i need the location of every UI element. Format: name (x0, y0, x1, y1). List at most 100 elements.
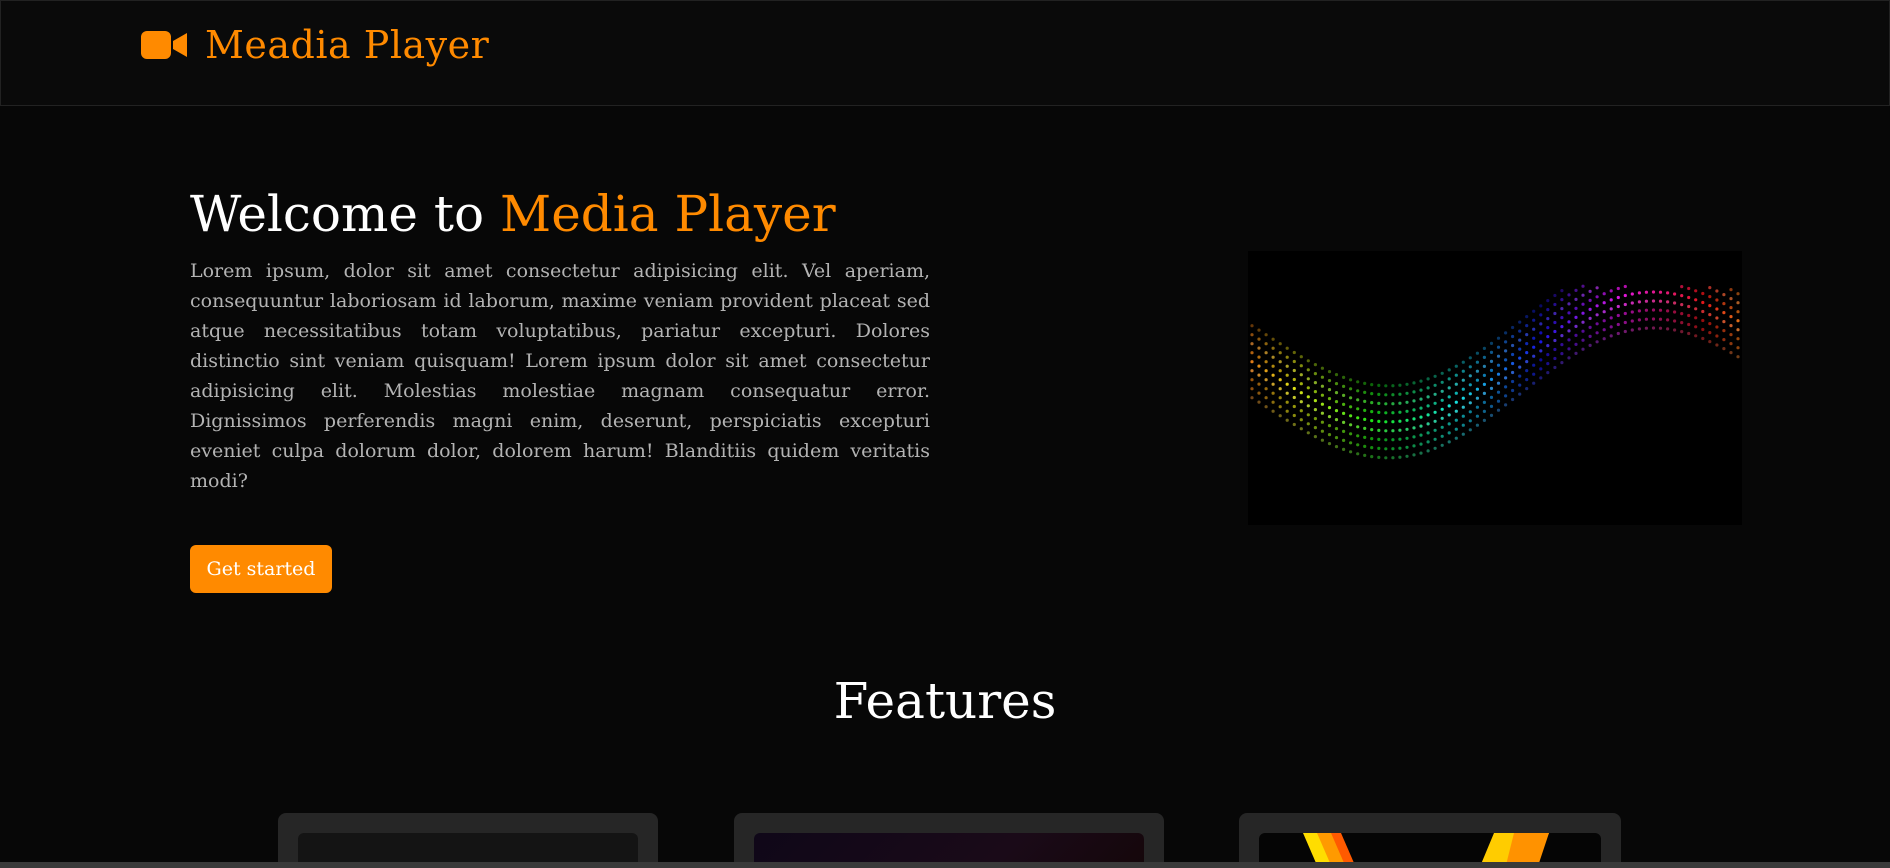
wave-dot (1525, 315, 1529, 319)
feature-card-2[interactable] (734, 813, 1164, 868)
wave-dot (1306, 359, 1310, 363)
wave-dot (1588, 334, 1592, 338)
wave-dot (1658, 290, 1663, 294)
feature-card-3[interactable] (1239, 813, 1621, 868)
wave-dot (1250, 342, 1254, 346)
wave-dot (1313, 435, 1317, 439)
get-started-button[interactable]: Get started (190, 545, 332, 593)
wave-dot (1595, 340, 1599, 344)
wave-dot (1574, 306, 1578, 310)
wave-dot (1250, 387, 1254, 391)
wave-dot (1405, 427, 1409, 431)
wave-dot (1405, 391, 1409, 395)
wave-dot (1694, 307, 1698, 311)
wave-dot (1461, 360, 1465, 364)
wave-dot (1581, 293, 1585, 297)
wave-dot (1511, 370, 1515, 375)
horizontal-scrollbar[interactable] (0, 862, 1890, 868)
wave-dot (1595, 322, 1599, 326)
wave-dot (1511, 379, 1515, 384)
wave-dot (1630, 310, 1634, 314)
feature-card-1[interactable] (278, 813, 658, 868)
wave-dot (1363, 453, 1367, 457)
wave-dot (1391, 447, 1395, 451)
wave-dot (1602, 319, 1606, 323)
wave-dot (1257, 355, 1261, 359)
wave-dot (1320, 429, 1324, 433)
wave-dot (1722, 329, 1726, 333)
wave-dot (1560, 325, 1564, 329)
wave-dot (1313, 372, 1317, 376)
wave-dot (1377, 410, 1381, 414)
wave-dot (1299, 373, 1303, 377)
wave-dot (1518, 392, 1522, 396)
wave-dot (1532, 336, 1536, 340)
wave-dot (1334, 445, 1339, 449)
wave-dot (1405, 445, 1409, 449)
wave-dot (1419, 406, 1423, 410)
wave-dot (1482, 409, 1486, 413)
wave-dot (1588, 343, 1592, 347)
wave-dot (1518, 338, 1522, 342)
wave-dot (1250, 369, 1254, 373)
wave-dot (1574, 342, 1578, 346)
wave-dot (1356, 407, 1360, 411)
wave-dot (1292, 404, 1296, 409)
wave-dot (1736, 310, 1740, 314)
wave-dot (1687, 295, 1691, 300)
wave-dot (1694, 334, 1698, 338)
wave-dot (1461, 396, 1465, 400)
wave-dot (1496, 381, 1501, 385)
wave-dot (1553, 302, 1557, 307)
wave-dot (1680, 294, 1684, 298)
wave-dot (1440, 380, 1444, 384)
wave-dot (1292, 395, 1296, 400)
wave-dot (1356, 443, 1360, 447)
wave-dot (1666, 300, 1670, 304)
wave-dot (1701, 336, 1705, 341)
wave-dot (1264, 369, 1268, 373)
wave-dot (1264, 378, 1268, 382)
wave-dot (1539, 367, 1543, 371)
wave-dot (1461, 378, 1465, 382)
wave-dot (1666, 318, 1670, 322)
wave-dot (1496, 408, 1501, 412)
wave-dot (1708, 304, 1712, 308)
wave-dot (1349, 450, 1353, 454)
wave-dot (1433, 374, 1437, 378)
wave-dot (1271, 364, 1275, 368)
wave-dot (1342, 429, 1346, 433)
wave-dot (1546, 299, 1550, 303)
wave-dot (1370, 428, 1374, 432)
wave-dot (1553, 311, 1557, 316)
wave-dot (1363, 417, 1367, 421)
wave-dot (1729, 342, 1733, 346)
wave-dot (1680, 321, 1684, 325)
features-title: Features (833, 672, 1057, 730)
wave-dot (1475, 369, 1479, 373)
wave-dot (1609, 307, 1613, 311)
hero-description: Lorem ipsum, dolor sit amet consectetur … (190, 260, 930, 492)
wave-dot (1257, 391, 1261, 395)
wave-dot (1658, 326, 1663, 330)
wave-dot (1475, 405, 1479, 409)
wave-dot (1687, 331, 1691, 336)
wave-dot (1313, 426, 1317, 430)
wave-dot (1581, 320, 1585, 324)
wave-dot (1349, 441, 1353, 445)
wave-dot (1306, 431, 1310, 435)
wave-dot (1546, 317, 1550, 321)
wave-dot (1666, 291, 1670, 295)
wave-dot (1377, 392, 1381, 396)
wave-dot (1419, 397, 1423, 401)
wave-dot (1518, 356, 1522, 360)
wave-dot (1356, 380, 1360, 384)
wave-dot (1616, 295, 1620, 300)
wave-dot (1525, 387, 1529, 391)
wave-dot (1489, 341, 1494, 345)
wave-dot (1602, 292, 1606, 296)
wave-dot (1292, 359, 1296, 364)
wave-dot (1412, 453, 1416, 457)
wave-dot (1433, 383, 1437, 387)
brand-link[interactable]: Meadia Player (141, 23, 489, 67)
